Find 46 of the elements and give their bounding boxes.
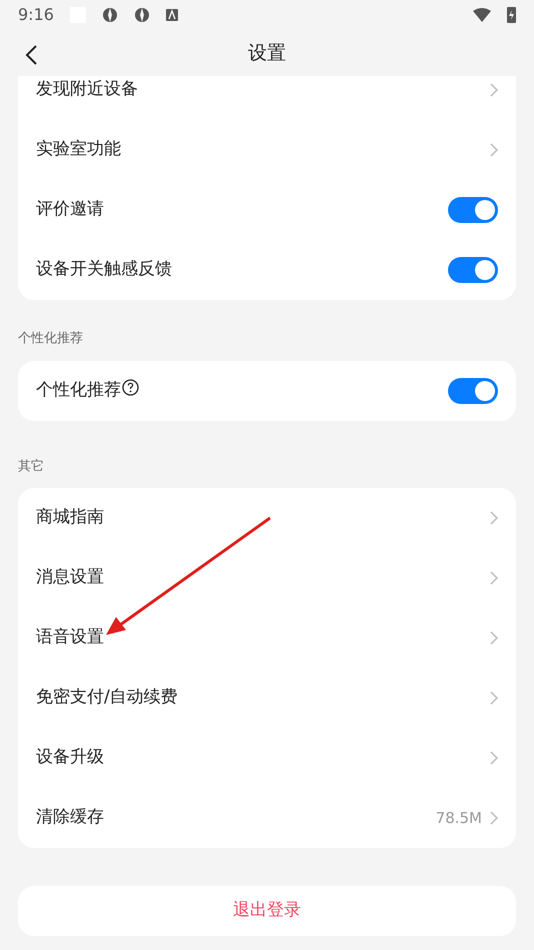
chevron-right-icon <box>490 811 498 825</box>
settings-row[interactable]: 语音设置 <box>18 608 516 668</box>
row-label: 个性化推荐 <box>36 378 121 402</box>
back-icon <box>24 44 38 66</box>
settings-row[interactable]: 发现附近设备 <box>18 76 516 120</box>
wifi-icon <box>473 8 491 22</box>
settings-row[interactable]: 设备升级 <box>18 728 516 788</box>
chevron-right-icon <box>490 571 498 585</box>
row-label: 消息设置 <box>36 566 104 590</box>
cache-size: 78.5M <box>436 808 482 829</box>
chevron-right-icon <box>490 631 498 645</box>
settings-row[interactable]: 消息设置 <box>18 548 516 608</box>
chevron-right-icon <box>490 751 498 765</box>
settings-row[interactable]: 免密支付/自动续费 <box>18 668 516 728</box>
toggle-switch[interactable] <box>448 197 498 223</box>
keyboard-icon <box>166 9 178 21</box>
aperture-icon <box>134 7 150 23</box>
aperture-icon <box>102 7 118 23</box>
settings-row[interactable]: 商城指南 <box>18 488 516 548</box>
clock: 9:16 <box>18 4 54 26</box>
logout-button[interactable]: 退出登录 <box>18 886 516 936</box>
page-title: 设置 <box>248 40 286 66</box>
row-label: 清除缓存 <box>36 806 104 830</box>
chevron-right-icon <box>490 143 498 157</box>
section-label: 个性化推荐 <box>18 331 83 346</box>
chevron-right-icon <box>490 83 498 97</box>
battery-charging-icon <box>507 7 516 23</box>
chevron-right-icon <box>490 511 498 525</box>
toggle-switch[interactable] <box>448 378 498 404</box>
row-label: 发现附近设备 <box>36 78 138 102</box>
row-label: 免密支付/自动续费 <box>36 686 178 710</box>
section-label: 其它 <box>18 458 44 474</box>
row-label: 设备升级 <box>36 746 104 770</box>
help-icon[interactable] <box>122 379 139 396</box>
settings-row[interactable]: 设备开关触感反馈 <box>18 240 516 300</box>
settings-row[interactable]: 评价邀请 <box>18 180 516 240</box>
settings-row[interactable]: 实验室功能 <box>18 120 516 180</box>
row-label: 商城指南 <box>36 506 104 530</box>
chevron-right-icon <box>490 691 498 705</box>
settings-row[interactable]: 清除缓存 78.5M <box>18 788 516 848</box>
settings-row[interactable]: 个性化推荐 <box>18 360 516 420</box>
row-label: 语音设置 <box>36 626 104 650</box>
row-label: 设备开关触感反馈 <box>36 258 172 282</box>
row-label: 实验室功能 <box>36 138 121 162</box>
row-label: 评价邀请 <box>36 198 104 222</box>
toggle-switch[interactable] <box>448 257 498 283</box>
